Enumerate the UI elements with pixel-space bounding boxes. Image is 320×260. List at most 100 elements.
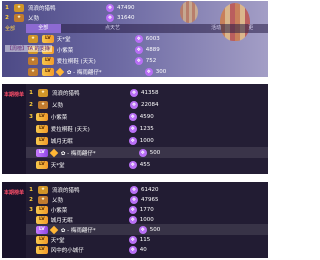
user-name[interactable]: 乂勃 <box>28 14 106 22</box>
score-value: 500 <box>149 149 161 156</box>
user-name[interactable]: 流浪的猎鸭 <box>52 186 130 194</box>
list-item[interactable]: LV 天*堂 ❖ 455 <box>26 159 268 170</box>
user-name[interactable]: 爱拉桐鞋 (天天) <box>51 125 129 133</box>
score-value: 47490 <box>117 4 135 11</box>
score-value: 4590 <box>139 113 154 120</box>
level-badge: LV <box>36 136 48 145</box>
user-name[interactable]: ✿ - 梅雨翩仔* <box>61 149 139 157</box>
weekly-rank-label: 【周榜】TA 的支持 <box>5 45 52 52</box>
rank-number: 1 <box>5 4 9 11</box>
coin-icon: ❖ <box>106 3 114 12</box>
coin-icon: ❖ <box>128 235 137 244</box>
level-badge: LV <box>36 215 48 224</box>
level-badge: LV <box>42 67 54 76</box>
user-name[interactable]: 流浪的猎鸭 <box>28 4 106 12</box>
level-badge: LV <box>36 245 48 254</box>
coin-icon: ❖ <box>128 136 137 145</box>
list-item[interactable]: 2 ★ 乂勃 ❖ 22084 <box>26 99 268 110</box>
user-name[interactable]: 小紫菜 <box>57 46 135 54</box>
tab-2[interactable] <box>61 24 96 33</box>
level-badge: LV <box>36 124 48 133</box>
level-badge: LV <box>36 205 48 214</box>
user-name[interactable]: 乂勃 <box>52 196 130 204</box>
user-name[interactable]: 城月无眠 <box>51 216 129 224</box>
score-value: 115 <box>139 236 151 243</box>
score-value: 1000 <box>139 137 154 144</box>
level-badge: LV <box>42 34 54 43</box>
coin-icon: ❖ <box>130 195 138 204</box>
list-item[interactable]: 1 ★ 流浪的猎鸭 ❖ 41358 <box>26 87 268 98</box>
score-value: 1235 <box>139 125 154 132</box>
panel-title: 本期榜单 <box>4 190 25 196</box>
user-name[interactable]: 小紫菜 <box>51 206 129 214</box>
user-name[interactable]: 天*堂 <box>57 35 135 43</box>
medal-icon: ★ <box>28 34 38 43</box>
list-item[interactable]: LV 城月无眠 ❖ 1000 <box>26 135 268 146</box>
score-value: 455 <box>139 161 151 168</box>
list-item[interactable]: ★ LV 小紫菜 ❖ 4889 <box>26 44 268 55</box>
rank-number: 2 <box>29 101 33 108</box>
rank-number: 3 <box>29 113 33 120</box>
user-name[interactable]: 风中的小城仔 <box>51 246 129 254</box>
tab-3[interactable]: 点天艺 <box>95 24 130 33</box>
user-name[interactable]: 流浪的猎鸭 <box>52 89 130 97</box>
list-item[interactable]: ★ LV ✿ - 梅雨翩仔* ❖ 300 <box>26 66 268 77</box>
score-value: 300 <box>155 68 167 75</box>
list-item[interactable]: LV 风中的小城仔 ❖ 40 <box>26 244 268 255</box>
user-name[interactable]: 乂勃 <box>52 101 130 109</box>
coin-icon: ❖ <box>128 112 137 121</box>
ranking-panel-3: 本期榜单 1 ★ 流浪的猎鸭 ❖ 61420 2 ★ 乂勃 ❖ 47965 3 … <box>2 182 268 258</box>
list-item[interactable]: ★ LV 天*堂 ❖ 6003 <box>26 33 268 44</box>
coin-icon: ❖ <box>128 205 137 214</box>
score-value: 1770 <box>139 206 154 213</box>
tab-5[interactable] <box>164 24 199 33</box>
coin-icon: ❖ <box>130 100 138 109</box>
list-item[interactable]: LV ✿ - 梅雨翩仔* ❖ 500 <box>26 147 268 158</box>
score-value: 40 <box>139 246 147 253</box>
coin-icon: ❖ <box>144 67 153 76</box>
score-value: 752 <box>145 57 157 64</box>
list-item[interactable]: 3 LV 小紫菜 ❖ 4590 <box>26 111 268 122</box>
coin-icon: ❖ <box>134 56 143 65</box>
coin-icon: ❖ <box>106 13 114 22</box>
level-badge: LV <box>42 56 54 65</box>
tab-activity[interactable]: 活动 <box>199 24 234 33</box>
level-badge: LV <box>36 160 48 169</box>
user-name[interactable]: 爱拉桐鞋 (天天) <box>57 57 135 65</box>
diamond-icon <box>49 225 58 234</box>
medal-icon: ★ <box>28 67 38 76</box>
tab-more[interactable]: 更 <box>233 24 268 33</box>
score-value: 22084 <box>141 101 159 108</box>
level-badge: LV <box>36 235 48 244</box>
panel-header: 本期榜单 <box>2 182 26 258</box>
list-item[interactable]: ★ LV 爱拉桐鞋 (天天) ❖ 752 <box>26 55 268 66</box>
medal-icon: ★ <box>38 100 48 109</box>
coin-icon: ❖ <box>138 225 147 234</box>
tab-all[interactable]: 全部 <box>26 24 61 33</box>
user-name[interactable]: ✿ - 梅雨翩仔* <box>61 226 139 234</box>
user-name[interactable]: 天*堂 <box>51 161 129 169</box>
score-value: 1000 <box>139 216 154 223</box>
rank-number: 2 <box>5 14 9 21</box>
medal-icon: ★ <box>14 13 24 22</box>
list-item[interactable]: LV 爱拉桐鞋 (天天) ❖ 1235 <box>26 123 268 134</box>
medal-icon: ★ <box>14 3 24 12</box>
user-name[interactable]: 城月无眠 <box>51 137 129 145</box>
rank-number: 3 <box>29 206 33 213</box>
tab-4[interactable] <box>130 24 165 33</box>
rank-number: 2 <box>29 196 33 203</box>
user-name[interactable]: 小紫菜 <box>51 113 129 121</box>
level-badge: LV <box>36 148 48 157</box>
ranking-panel-weekly: 1 ★ 流浪的猎鸭 ❖ 47490 2 ★ 乂勃 ❖ 31640 全部 全部 点… <box>2 1 268 77</box>
score-value: 41358 <box>141 89 159 96</box>
tab-all-label[interactable]: 全部 <box>5 25 15 32</box>
rank-number: 1 <box>29 186 33 193</box>
level-badge: LV <box>36 225 48 234</box>
rank-number: 1 <box>29 89 33 96</box>
list-item[interactable]: 2 ★ 乂勃 ❖ 31640 <box>2 12 268 23</box>
diamond-icon <box>55 67 64 76</box>
user-name[interactable]: ✿ - 梅雨翩仔* <box>67 68 145 76</box>
user-name[interactable]: 天*堂 <box>51 236 129 244</box>
score-value: 500 <box>149 226 161 233</box>
medal-icon: ★ <box>38 88 48 97</box>
